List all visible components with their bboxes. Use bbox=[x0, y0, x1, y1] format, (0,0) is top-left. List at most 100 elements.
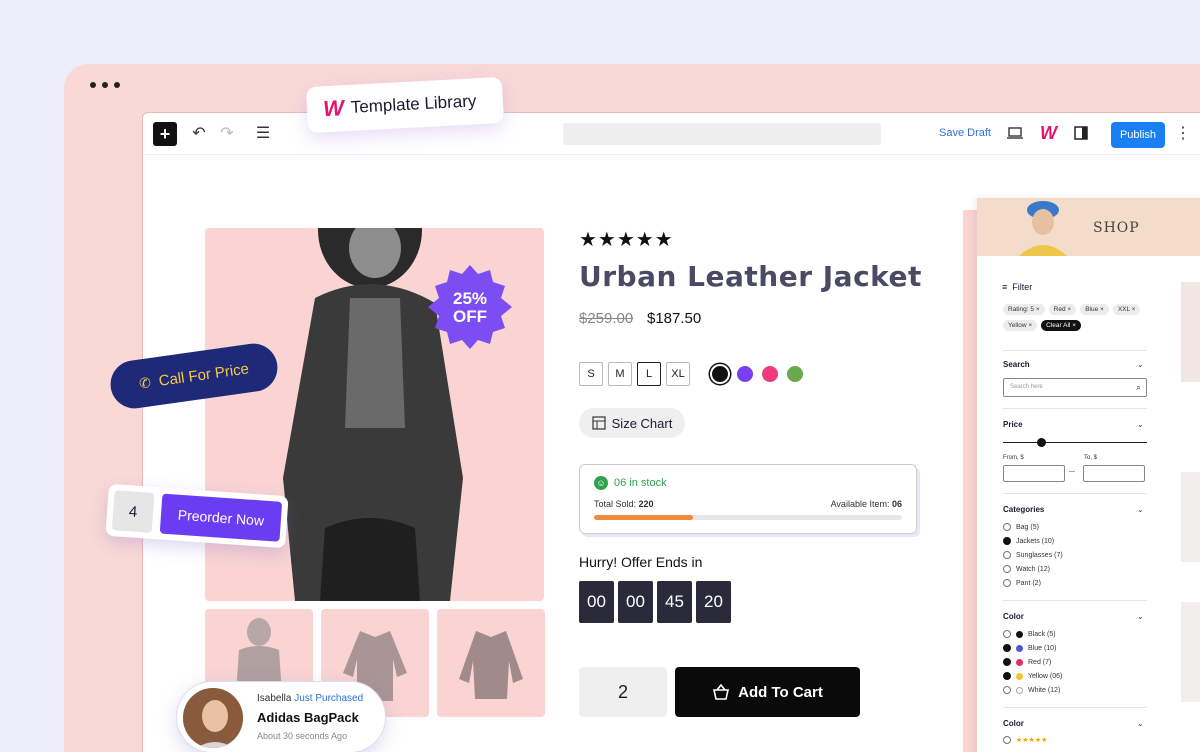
color-option[interactable]: White (12) bbox=[1003, 686, 1060, 694]
product-thumbnail[interactable] bbox=[437, 609, 545, 717]
color-swatch-black[interactable] bbox=[712, 366, 728, 382]
undo-icon[interactable]: ↶ bbox=[189, 123, 209, 143]
more-options-icon[interactable]: ⋮ bbox=[1173, 123, 1193, 143]
chevron-down-icon[interactable]: ⌄ bbox=[1137, 360, 1144, 369]
settings-panel-icon[interactable] bbox=[1071, 123, 1091, 143]
preorder-button[interactable]: Preorder Now bbox=[159, 493, 283, 542]
timer-minutes: 45 bbox=[657, 581, 692, 623]
in-stock-line: ☺ 06 in stock bbox=[594, 476, 667, 490]
purchase-notification[interactable]: Isabella Just Purchased Adidas BagPack A… bbox=[176, 681, 386, 752]
filter-icon: ≡ bbox=[1002, 282, 1008, 292]
color-section-title-2[interactable]: Color bbox=[1003, 719, 1024, 728]
basket-icon bbox=[713, 684, 730, 700]
countdown-timer: 00 00 45 20 bbox=[579, 581, 731, 623]
filter-chip[interactable]: Blue × bbox=[1080, 304, 1109, 315]
size-option-xl[interactable]: XL bbox=[666, 362, 690, 386]
search-icon: ⌕ bbox=[1135, 382, 1141, 392]
document-title-bar[interactable] bbox=[563, 123, 881, 145]
color-option[interactable]: Black (5) bbox=[1003, 630, 1056, 638]
category-option[interactable]: Jackets (10) bbox=[1003, 537, 1054, 545]
shop-title: SHOP bbox=[1093, 220, 1140, 236]
wowstore-logo-icon: W bbox=[322, 95, 342, 122]
color-swatch-pink[interactable] bbox=[762, 366, 778, 382]
timer-days: 00 bbox=[579, 581, 614, 623]
to-label: To, $ bbox=[1084, 455, 1098, 461]
call-for-price-label: Call For Price bbox=[157, 359, 250, 390]
price-to-input[interactable] bbox=[1083, 465, 1145, 482]
purchase-time: About 30 seconds Ago bbox=[257, 731, 348, 741]
color-swatch-green[interactable] bbox=[787, 366, 803, 382]
chevron-down-icon[interactable]: ⌄ bbox=[1137, 612, 1144, 621]
rating-option[interactable]: ★★★★★ bbox=[1003, 736, 1047, 744]
chevron-down-icon[interactable]: ⌄ bbox=[1137, 505, 1144, 514]
color-swatch-purple[interactable] bbox=[737, 366, 753, 382]
category-option[interactable]: Sunglasses (7) bbox=[1003, 551, 1063, 559]
add-to-cart-button[interactable]: Add To Cart bbox=[675, 667, 860, 717]
price-slider[interactable] bbox=[1003, 438, 1147, 447]
product-title: Urban Leather Jacket bbox=[579, 260, 922, 293]
size-option-s[interactable]: S bbox=[579, 362, 603, 386]
divider bbox=[1003, 408, 1147, 409]
purchased-product: Adidas BagPack bbox=[257, 710, 359, 725]
filter-header[interactable]: ≡ Filter bbox=[1002, 282, 1032, 292]
window-dots bbox=[90, 82, 120, 88]
size-option-l[interactable]: L bbox=[637, 362, 661, 386]
total-sold: Total Sold: 220 bbox=[594, 499, 654, 509]
wowstore-logo-icon[interactable]: W bbox=[1037, 123, 1057, 143]
size-option-m[interactable]: M bbox=[608, 362, 632, 386]
timer-hours: 00 bbox=[618, 581, 653, 623]
active-filters: Rating: 5 × Red × Blue × XXL × Yellow × … bbox=[1003, 304, 1153, 331]
preorder-quantity[interactable]: 4 bbox=[111, 490, 155, 533]
divider bbox=[1003, 600, 1147, 601]
offer-label: Hurry! Offer Ends in bbox=[579, 554, 703, 570]
size-chart-button[interactable]: Size Chart bbox=[579, 408, 685, 438]
discount-text: 25% OFF bbox=[452, 289, 488, 326]
redo-icon[interactable]: ↷ bbox=[217, 123, 237, 143]
old-price: $259.00 bbox=[579, 310, 634, 327]
category-option[interactable]: Pant (2) bbox=[1003, 579, 1041, 587]
timer-seconds: 20 bbox=[696, 581, 731, 623]
from-label: From, $ bbox=[1003, 455, 1024, 461]
price-from-input[interactable] bbox=[1003, 465, 1065, 482]
add-to-cart-label: Add To Cart bbox=[738, 683, 823, 701]
editor-toolbar: + ↶ ↷ ☰ Save Draft W Publish ⋮ bbox=[143, 113, 1200, 155]
clear-all-chip[interactable]: Clear All × bbox=[1041, 320, 1081, 331]
chevron-down-icon[interactable]: ⌄ bbox=[1137, 719, 1144, 728]
available-items: Available Item: 06 bbox=[830, 499, 902, 509]
filter-chip[interactable]: Yellow × bbox=[1003, 320, 1038, 331]
filter-chip[interactable]: Red × bbox=[1048, 304, 1077, 315]
product-grid-strip bbox=[1177, 282, 1200, 752]
shop-filter-panel: SHOP ≡ Filter Rating: 5 × Red × Blue × X… bbox=[977, 198, 1200, 752]
color-selector bbox=[712, 366, 803, 382]
color-option[interactable]: Blue (10) bbox=[1003, 644, 1056, 652]
categories-section-title[interactable]: Categories bbox=[1003, 505, 1044, 514]
publish-button[interactable]: Publish bbox=[1111, 122, 1165, 148]
color-option[interactable]: Yellow (06) bbox=[1003, 672, 1062, 680]
list-view-icon[interactable]: ☰ bbox=[253, 123, 273, 143]
sale-price: $187.50 bbox=[647, 310, 702, 327]
preview-icon[interactable] bbox=[1005, 123, 1025, 143]
divider bbox=[1003, 350, 1147, 351]
filter-chip[interactable]: Rating: 5 × bbox=[1003, 304, 1045, 315]
price-section-title[interactable]: Price bbox=[1003, 420, 1023, 429]
save-draft-button[interactable]: Save Draft bbox=[939, 127, 991, 139]
category-option[interactable]: Watch (12) bbox=[1003, 565, 1050, 573]
search-input[interactable]: Search here ⌕ bbox=[1003, 378, 1147, 397]
quantity-input[interactable]: 2 bbox=[579, 667, 667, 717]
template-library-label: Template Library bbox=[350, 91, 477, 117]
table-icon bbox=[592, 416, 606, 430]
chevron-down-icon[interactable]: ⌄ bbox=[1137, 420, 1144, 429]
color-section-title[interactable]: Color bbox=[1003, 612, 1024, 621]
add-block-button[interactable]: + bbox=[153, 122, 177, 146]
avatar bbox=[181, 686, 245, 750]
slider-handle[interactable] bbox=[1037, 438, 1046, 447]
divider bbox=[1003, 707, 1147, 708]
filter-chip[interactable]: XXL × bbox=[1112, 304, 1141, 315]
category-option[interactable]: Bag (5) bbox=[1003, 523, 1039, 531]
stock-progress-fill bbox=[594, 515, 693, 520]
shop-banner: SHOP bbox=[977, 198, 1200, 256]
size-chart-label: Size Chart bbox=[611, 415, 673, 431]
search-section-title[interactable]: Search bbox=[1003, 360, 1030, 369]
color-option[interactable]: Red (7) bbox=[1003, 658, 1051, 666]
size-selector: S M L XL bbox=[579, 362, 690, 386]
